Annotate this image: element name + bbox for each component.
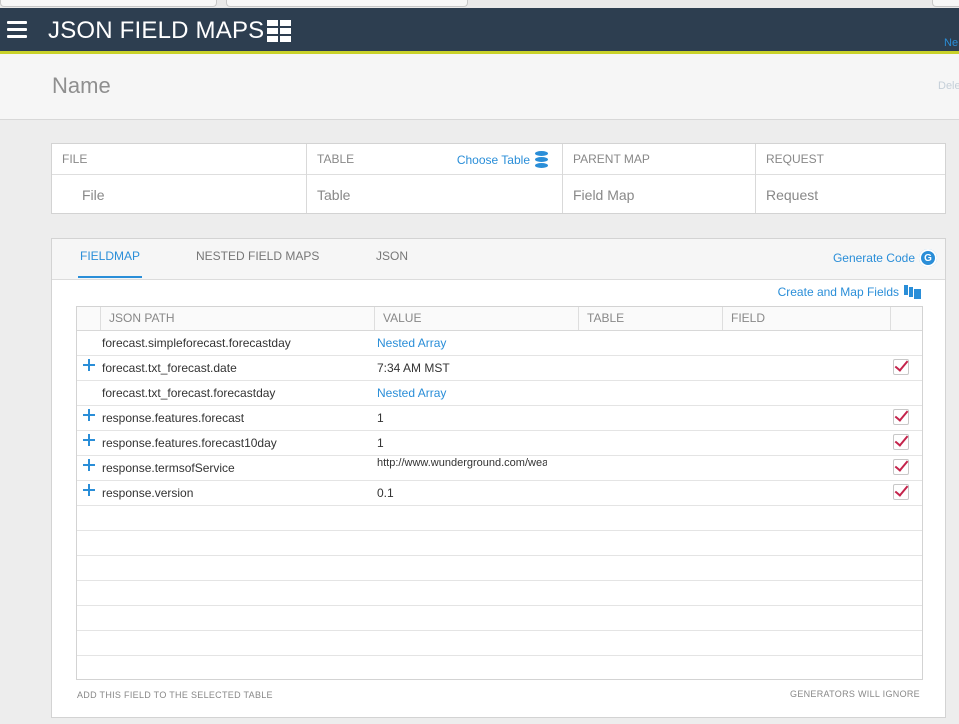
- choose-table-label: Choose Table: [456, 152, 530, 167]
- create-map-fields-label: Create and Map Fields: [777, 285, 899, 299]
- plus-icon[interactable]: [83, 459, 95, 471]
- checkbox-checked-icon[interactable]: [893, 434, 909, 450]
- header-value[interactable]: VALUE: [375, 307, 579, 330]
- nested-array-link[interactable]: Nested Array: [377, 336, 446, 350]
- json-path-cell: forecast.txt_forecast.forecastday: [102, 386, 276, 400]
- app-title: JSON FIELD MAPS: [48, 17, 265, 44]
- record-header: Name Dele: [0, 54, 959, 120]
- checkbox-checked-icon[interactable]: [893, 484, 909, 500]
- header-table[interactable]: TABLE: [579, 307, 723, 330]
- json-path-cell: forecast.simpleforecast.forecastday: [102, 336, 291, 350]
- request-column: REQUEST Request: [756, 144, 945, 213]
- json-path-cell: response.features.forecast10day: [102, 436, 277, 450]
- tab-fieldmap[interactable]: FIELDMAP: [77, 249, 143, 278]
- create-map-fields-button[interactable]: Create and Map Fields: [778, 285, 921, 299]
- empty-row: [77, 555, 922, 581]
- grid-header: JSON PATH VALUE TABLE FIELD: [77, 307, 922, 331]
- record-name[interactable]: Name: [52, 73, 111, 99]
- generate-code-label: Generate Code: [832, 251, 915, 265]
- browser-tab[interactable]: [932, 0, 959, 7]
- file-label: FILE: [52, 144, 306, 175]
- header-json-path[interactable]: JSON PATH: [101, 307, 375, 330]
- empty-row: [77, 630, 922, 656]
- json-path-cell: forecast.txt_forecast.date: [102, 361, 237, 375]
- plus-icon[interactable]: [83, 409, 95, 421]
- table-row[interactable]: response.termsofService http://www.wunde…: [77, 455, 922, 481]
- request-label: REQUEST: [756, 144, 945, 175]
- footer-generators-hint: GENERATORS WILL IGNORE: [790, 689, 920, 699]
- table-row[interactable]: forecast.txt_forecast.date 7:34 AM MST: [77, 355, 922, 381]
- table-row[interactable]: response.version 0.1: [77, 480, 922, 506]
- delete-link[interactable]: Dele: [938, 80, 959, 92]
- empty-row: [77, 580, 922, 606]
- table-row[interactable]: response.features.forecast 1: [77, 405, 922, 431]
- parent-map-label: PARENT MAP: [563, 144, 755, 175]
- field-grid: JSON PATH VALUE TABLE FIELD forecast.sim…: [76, 306, 923, 680]
- empty-row: [77, 505, 922, 531]
- value-cell: http://www.wunderground.com/weather/api/…: [377, 458, 547, 469]
- empty-row: [77, 605, 922, 631]
- table-row[interactable]: response.features.forecast10day 1: [77, 430, 922, 456]
- plus-icon[interactable]: [83, 359, 95, 371]
- tab-json[interactable]: JSON: [376, 249, 408, 263]
- info-panel: FILE File TABLE Choose Table Table PAREN…: [51, 143, 946, 214]
- choose-table-button[interactable]: Choose Table: [457, 151, 548, 168]
- request-field[interactable]: Request: [766, 187, 818, 203]
- tab-nested-field-maps[interactable]: NESTED FIELD MAPS: [196, 249, 319, 263]
- value-cell: 0.1: [377, 486, 394, 500]
- checkbox-checked-icon[interactable]: [893, 359, 909, 375]
- value-cell: 7:34 AM MST: [377, 361, 450, 375]
- grid-header-spacer: [77, 307, 101, 330]
- header-field[interactable]: FIELD: [723, 307, 891, 330]
- table-row[interactable]: forecast.txt_forecast.forecastday Nested…: [77, 380, 922, 406]
- header-check: [891, 307, 922, 330]
- browser-tab[interactable]: [0, 0, 217, 7]
- json-path-cell: response.features.forecast: [102, 411, 245, 425]
- footer-add-field-hint: ADD THIS FIELD TO THE SELECTED TABLE: [77, 690, 273, 700]
- empty-row: [77, 530, 922, 556]
- file-field[interactable]: File: [82, 187, 105, 203]
- nested-array-link[interactable]: Nested Array: [377, 386, 446, 400]
- checkbox-checked-icon[interactable]: [893, 459, 909, 475]
- gear-icon: G: [919, 249, 937, 267]
- browser-tab[interactable]: [226, 0, 468, 7]
- value-cell: 1: [377, 411, 384, 425]
- database-icon: [535, 151, 548, 168]
- generate-code-button[interactable]: Generate Code G: [833, 249, 937, 267]
- table-row[interactable]: forecast.simpleforecast.forecastday Nest…: [77, 330, 922, 356]
- file-column: FILE File: [52, 144, 307, 213]
- json-path-cell: response.version: [102, 486, 194, 500]
- app-header: JSON FIELD MAPS Ne: [0, 8, 959, 54]
- grid-view-icon[interactable]: [267, 20, 291, 42]
- plus-icon[interactable]: [83, 484, 95, 496]
- value-cell: 1: [377, 436, 384, 450]
- checkbox-checked-icon[interactable]: [893, 409, 909, 425]
- json-path-cell: response.termsofService: [102, 461, 235, 475]
- parent-map-field[interactable]: Field Map: [573, 187, 634, 203]
- table-field[interactable]: Table: [317, 187, 350, 203]
- parent-map-column: PARENT MAP Field Map: [563, 144, 756, 213]
- copy-fields-icon: [904, 285, 921, 299]
- fieldmap-panel: FIELDMAP NESTED FIELD MAPS JSON Generate…: [51, 238, 946, 718]
- new-link[interactable]: Ne: [944, 37, 958, 49]
- tab-bar: FIELDMAP NESTED FIELD MAPS JSON Generate…: [52, 239, 945, 280]
- table-column: TABLE Choose Table Table: [307, 144, 563, 213]
- plus-icon[interactable]: [83, 434, 95, 446]
- menu-icon[interactable]: [7, 21, 27, 39]
